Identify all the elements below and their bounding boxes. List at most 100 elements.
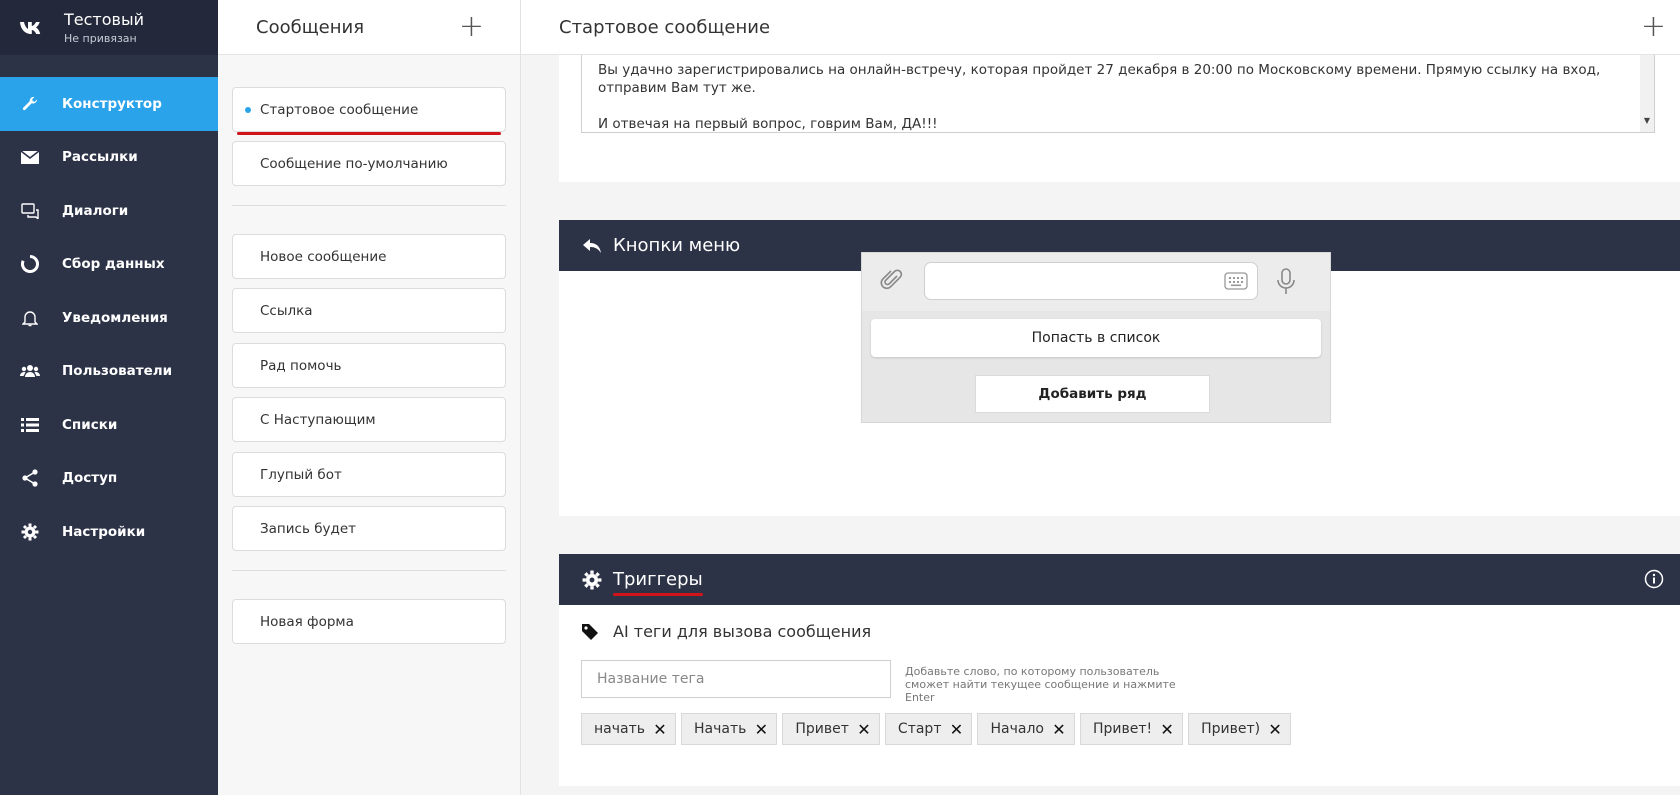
tag-chip: Привет! ✕ [1079,713,1184,745]
tag-label: Старт [897,721,942,737]
reply-arrow-icon [581,235,603,257]
message-item-default[interactable]: Сообщение по-умолчанию [232,141,506,186]
scroll-down-icon[interactable]: ▼ [1644,112,1650,130]
active-dot [245,107,251,113]
keyboard-button-join-list[interactable]: Попасть в список [871,319,1321,357]
tag-icon [581,623,599,641]
message-item-label: Ссылка [260,302,313,319]
triggers-title-wrap: Триггеры [613,569,703,596]
message-input-field[interactable] [924,262,1258,300]
message-item-label: Стартовое сообщение [260,101,419,118]
brand-subtitle: Не привязан [64,31,137,45]
sidebar-item-label: Диалоги [62,202,129,219]
remove-tag-icon[interactable]: ✕ [849,720,879,739]
sidebar-item-label: Уведомления [62,309,168,326]
envelope-icon [20,147,40,167]
brand-title: Тестовый [64,9,144,29]
remove-tag-icon[interactable]: ✕ [645,720,675,739]
triggers-card: Триггеры AI теги для вызова сообщения До… [559,554,1680,786]
list-icon [20,415,40,435]
sidebar-nav: Конструктор Рассылки Диалоги Сбор данных… [0,77,218,559]
triggers-title: Триггеры [613,569,703,590]
message-text-line1: Вы удачно зарегистрировались на онлайн-в… [598,62,1601,96]
messages-header: Сообщения + [218,0,520,55]
info-icon[interactable] [1644,569,1664,594]
ai-tags-heading: AI теги для вызова сообщения [581,622,871,641]
tag-chip: Старт ✕ [884,713,973,745]
sidebar-item-label: Пользователи [62,363,173,380]
sidebar-item-data-collection[interactable]: Сбор данных [0,238,218,292]
remove-tag-icon[interactable]: ✕ [1044,720,1074,739]
keyboard-icon[interactable] [1224,272,1248,294]
sidebar-item-users[interactable]: Пользователи [0,345,218,399]
sidebar-item-label: Рассылки [62,149,138,166]
main-panel: Стартовое сообщение + Вы удачно зарегист… [521,0,1680,795]
keyboard-preview: Попасть в список Добавить ряд [861,252,1331,423]
tag-label: Привет! [1092,721,1153,737]
sidebar-item-lists[interactable]: Списки [0,398,218,452]
tag-chip: Начать ✕ [681,713,778,745]
sidebar: Тестовый Не привязан Конструктор Рассылк… [0,0,218,795]
divider [232,570,506,571]
message-item[interactable]: Запись будет [232,506,506,551]
message-item[interactable]: Ссылка [232,288,506,333]
microphone-icon[interactable] [1276,268,1296,300]
remove-tag-icon[interactable]: ✕ [941,720,971,739]
message-item[interactable]: С Наступающим [232,397,506,442]
gear-icon [581,569,603,591]
brand-header[interactable]: Тестовый Не привязан [0,0,218,55]
tag-list: начать ✕ Начать ✕ Привет ✕ Старт ✕ Начало ✕ П… [581,713,1296,745]
messages-title: Сообщения [256,16,365,38]
message-item-new-form[interactable]: Новая форма [232,599,506,644]
sidebar-item-settings[interactable]: Настройки [0,505,218,559]
circle-progress-icon [20,254,40,274]
sidebar-item-mailings[interactable]: Рассылки [0,131,218,185]
gear-icon [20,522,40,542]
page-title: Стартовое сообщение [559,16,771,38]
message-textarea[interactable]: Вы удачно зарегистрировались на онлайн-в… [581,55,1655,133]
add-button[interactable]: + [1641,12,1666,42]
sidebar-item-label: Сбор данных [62,256,165,273]
message-item-label: Новая форма [260,613,354,630]
divider [232,205,506,206]
tag-chip: начать ✕ [581,713,676,745]
sidebar-item-label: Настройки [62,523,146,540]
vk-logo-icon [18,14,46,42]
messages-column: Сообщения + Стартовое сообщение Сообщени… [218,0,521,795]
sidebar-item-label: Доступ [62,470,118,487]
tag-name-input[interactable] [581,660,891,698]
paperclip-icon[interactable] [880,269,904,297]
users-icon [20,361,40,381]
message-text-card: Вы удачно зарегистрировались на онлайн-в… [559,55,1680,182]
remove-tag-icon[interactable]: ✕ [1260,720,1290,739]
tag-label: Привет [795,721,849,737]
sidebar-item-label: Списки [62,416,118,433]
tag-label: Начало [990,721,1044,737]
sidebar-item-constructor[interactable]: Конструктор [0,77,218,131]
sidebar-item-dialogs[interactable]: Диалоги [0,184,218,238]
remove-tag-icon[interactable]: ✕ [746,720,776,739]
add-row-button[interactable]: Добавить ряд [975,375,1210,413]
menu-buttons-card: Кнопки меню Попасть в список Добавить ря… [559,220,1680,516]
menu-buttons-title: Кнопки меню [613,235,741,256]
message-text-line2: И отвечая на первый вопрос, говрим Вам, … [598,116,938,132]
message-item-label: Глупый бот [260,466,342,483]
sidebar-item-notifications[interactable]: Уведомления [0,291,218,345]
wrench-icon [20,94,40,114]
message-item-label: С Наступающим [260,411,376,428]
remove-tag-icon[interactable]: ✕ [1152,720,1182,739]
tag-chip: Начало ✕ [977,713,1075,745]
message-item[interactable]: Рад помочь [232,343,506,388]
message-item-start[interactable]: Стартовое сообщение [232,87,506,135]
share-icon [20,468,40,488]
tag-label: Начать [694,721,747,737]
tag-label: Привет) [1201,721,1261,737]
tag-chip: Привет ✕ [782,713,880,745]
triggers-header: Триггеры [559,554,1680,605]
red-underline-annotation [613,593,703,596]
add-message-button[interactable]: + [459,12,484,42]
sidebar-item-access[interactable]: Доступ [0,452,218,506]
message-item[interactable]: Глупый бот [232,452,506,497]
message-item-label: Запись будет [260,520,357,537]
message-item[interactable]: Новое сообщение [232,234,506,279]
